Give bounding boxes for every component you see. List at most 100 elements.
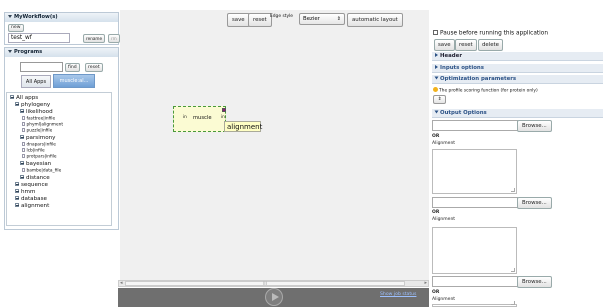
find-button[interactable]: find [65,63,80,72]
profile-scoring-select[interactable]: ⇕ [433,95,446,104]
tree-label: lcb|infile [26,148,45,154]
file-icon [22,148,25,152]
job-status-bar: Show job status [118,288,429,307]
tab-muscle-label: muscle:al... [59,78,89,84]
alignment-textarea-2[interactable] [432,227,517,274]
tree-node-hmm[interactable]: hmm [15,189,35,195]
play-button[interactable] [265,288,283,306]
canvas-reset-button[interactable]: reset [248,13,272,27]
tree-label: parsimony [26,135,56,141]
delete-workflow-button[interactable]: rm [108,34,120,43]
section-output-options[interactable]: Output Options [432,109,603,118]
automatic-layout-button[interactable]: automatic layout [347,13,403,27]
workflow-select[interactable]: test_wf [8,33,70,43]
expand-icon [10,95,14,99]
collapse-arrow-icon [434,110,439,114]
alignment-label-1: Alignment [432,141,456,146]
section-header[interactable]: Header [432,52,603,61]
profile-note-row: The profile scoring function (for protei… [433,87,538,94]
scrollbar-thumb[interactable]: III [125,281,405,286]
form-reset-button[interactable]: reset [455,39,477,51]
tree-leaf-bambe[interactable]: bambe|data_file [22,168,61,174]
reset-search-button[interactable]: reset [85,63,103,72]
file-path-input-1[interactable] [432,120,518,131]
form-save-button[interactable]: save [434,39,455,51]
rename-workflow-button[interactable]: rename [83,34,106,43]
tree-label: dnapars|infile [26,142,56,148]
node-input-port[interactable]: in [183,114,187,119]
tree-leaf-fasttree[interactable]: fasttree|infile [22,116,55,122]
workflow-canvas[interactable] [120,10,429,280]
warning-icon [433,87,438,92]
new-workflow-button[interactable]: new [8,24,24,32]
file-path-input-3[interactable] [432,276,518,287]
pause-label: Pause before running this application [440,30,548,37]
edge-style-select[interactable]: Bezier ⇕ [299,13,345,25]
collapse-plus-icon [15,189,19,193]
node-delete-icon[interactable] [222,108,226,112]
section-title: Output Options [440,110,487,116]
section-optimization-parameters[interactable]: Optimization parameters [432,75,603,84]
file-icon [22,128,25,132]
file-icon [22,122,25,126]
section-title: Optimization parameters [440,76,517,82]
tree-leaf-protpars[interactable]: protpars|infile [22,154,57,160]
program-search-input[interactable] [20,62,63,72]
tree-leaf-phyml[interactable]: phyml|alignment [22,122,63,128]
node-output-port[interactable]: in [221,114,225,119]
form-delete-button[interactable]: delete [478,39,503,51]
collapse-triangle-icon [8,15,12,18]
tree-label: sequence [21,182,48,188]
expand-icon [20,135,24,139]
canvas-horizontal-scrollbar[interactable]: ◂ III ▸ [118,280,429,287]
tree-label: phyml|alignment [26,122,64,128]
tree-node-phylogeny[interactable]: phylogeny [15,102,50,108]
browse-button-2[interactable]: Browse... [517,197,552,209]
canvas-save-button[interactable]: save [227,13,250,27]
tree-leaf-puzzle[interactable]: puzzle|infile [22,128,52,134]
tree-node-database[interactable]: database [15,196,47,202]
tree-node-sequence[interactable]: sequence [15,182,48,188]
workflows-panel-header[interactable]: MyWorkflow(s) [5,13,118,22]
tree-node-distance[interactable]: distance [20,175,50,181]
select-arrows-icon: ⇕ [336,16,341,22]
section-inputs-options[interactable]: Inputs options [432,64,603,73]
port-tooltip-text: alignment [227,123,263,131]
tree-leaf-dnapars[interactable]: dnapars|infile [22,142,56,148]
tree-label: bambe|data_file [26,168,62,174]
tree-node-bayesian[interactable]: bayesian [20,161,51,167]
file-icon [22,168,25,172]
workflows-title: MyWorkflow(s) [14,14,58,20]
edge-style-label: Edge style [270,14,293,19]
port-tooltip: alignment [224,121,263,132]
tree-node-parsimony[interactable]: parsimony [20,135,55,141]
tree-node-alignment[interactable]: alignment [15,203,49,209]
tree-node-likelihood[interactable]: likelihood [20,109,53,115]
tree-label: alignment [21,203,50,209]
scroll-left-arrow[interactable]: ◂ [120,280,123,286]
tab-all-apps[interactable]: All Apps [21,75,51,88]
tree-label: phylogeny [21,102,51,108]
file-path-input-2[interactable] [432,197,518,208]
select-arrows-icon: ⇕ [437,97,442,102]
alignment-textarea-1[interactable] [432,149,517,194]
tree-label: database [21,196,47,202]
pause-checkbox[interactable] [433,30,438,35]
tab-muscle[interactable]: muscle:al... [53,74,95,88]
section-title: Header [440,53,462,59]
browse-button-3[interactable]: Browse... [517,276,552,288]
tree-label: puzzle|infile [26,128,53,134]
tree-label: protpars|infile [26,154,57,160]
tree-leaf-lcb[interactable]: lcb|infile [22,148,45,154]
tree-node-all-apps[interactable]: All apps [10,95,38,101]
workflow-node-muscle[interactable]: in muscle in [173,106,226,132]
pause-checkbox-row[interactable]: Pause before running this application [433,30,548,37]
collapse-plus-icon [15,182,19,186]
tree-label: likelihood [26,109,53,115]
show-job-status-link[interactable]: Show job status [380,292,416,297]
programs-panel-header[interactable]: Programs [5,48,118,57]
scroll-right-arrow[interactable]: ▸ [424,280,427,286]
expand-icon [15,102,19,106]
browse-button-1[interactable]: Browse... [517,120,552,132]
thumb-grip: III [263,281,267,286]
